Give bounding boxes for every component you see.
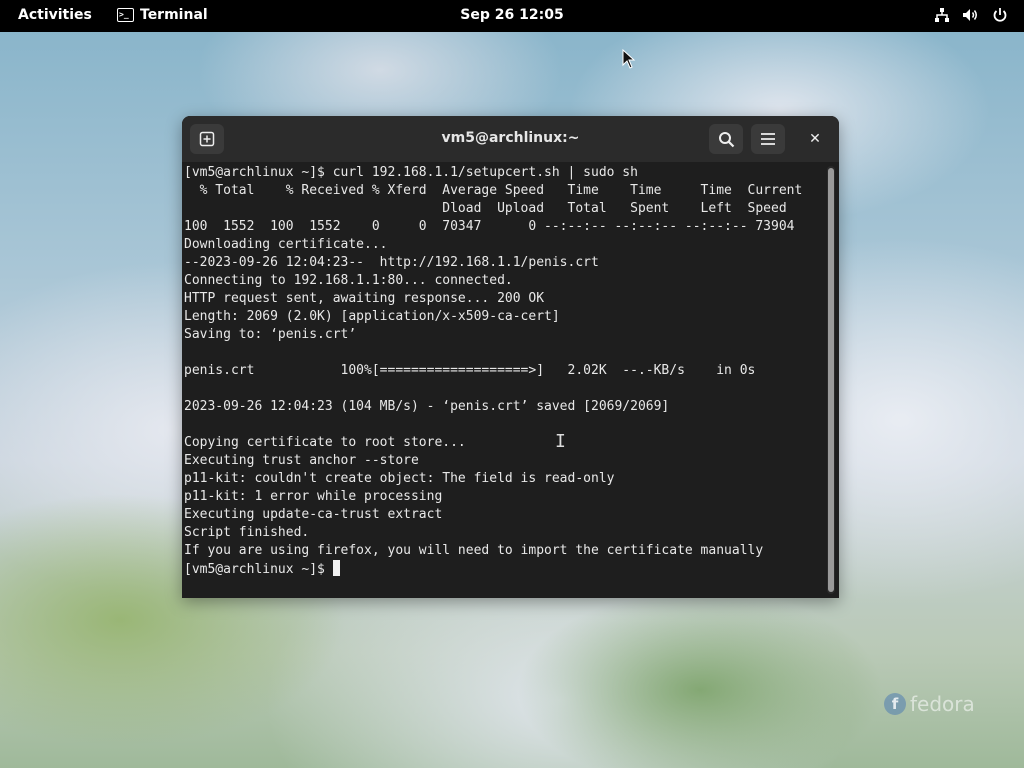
power-icon — [992, 7, 1008, 23]
terminal-line: [vm5@archlinux ~]$ curl 192.168.1.1/setu… — [184, 165, 638, 180]
scrollbar-thumb[interactable] — [828, 168, 834, 592]
terminal-line: Length: 2069 (2.0K) [application/x-x509-… — [184, 309, 560, 324]
terminal-line: Connecting to 192.168.1.1:80... connecte… — [184, 273, 513, 288]
terminal-app-icon: >_ — [117, 8, 134, 22]
terminal-line: % Total % Received % Xferd Average Speed… — [184, 183, 803, 198]
terminal-window[interactable]: vm5@archlinux:~ ✕ [vm5@archlinux ~]$ cur… — [182, 116, 839, 598]
fedora-watermark: f fedora — [884, 692, 975, 716]
terminal-caret — [332, 560, 340, 576]
terminal-line: Dload Upload Total Spent Left Speed — [184, 201, 787, 216]
mouse-pointer-icon — [622, 48, 636, 73]
terminal-line: Executing update-ca-trust extract — [184, 507, 443, 522]
app-menu-label: Terminal — [140, 7, 208, 23]
terminal-line: p11-kit: couldn't create object: The fie… — [184, 471, 615, 486]
close-button[interactable]: ✕ — [804, 128, 826, 150]
fedora-logo-icon: f — [884, 693, 906, 715]
terminal-line: Copying certificate to root store... — [184, 435, 466, 450]
search-button[interactable] — [709, 124, 743, 154]
terminal-line: 2023-09-26 12:04:23 (104 MB/s) - ‘penis.… — [184, 399, 670, 414]
activities-button[interactable]: Activities — [18, 7, 92, 23]
system-status-area[interactable] — [934, 7, 1008, 23]
terminal-output[interactable]: [vm5@archlinux ~]$ curl 192.168.1.1/setu… — [184, 164, 824, 594]
app-menu-terminal[interactable]: >_ Terminal — [117, 7, 208, 23]
top-bar: Activities >_ Terminal Sep 26 12:05 — [0, 0, 1024, 32]
close-icon: ✕ — [809, 131, 821, 147]
terminal-scrollbar[interactable] — [827, 166, 835, 594]
fedora-wordmark: fedora — [910, 692, 975, 716]
prompt-line[interactable]: [vm5@archlinux ~]$ — [184, 560, 824, 578]
terminal-line: If you are using firefox, you will need … — [184, 543, 764, 558]
shell-prompt: [vm5@archlinux ~]$ — [184, 562, 333, 577]
search-icon — [718, 131, 734, 147]
new-tab-icon — [199, 131, 215, 147]
terminal-line: HTTP request sent, awaiting response... … — [184, 291, 545, 306]
window-titlebar[interactable]: vm5@archlinux:~ ✕ — [182, 116, 839, 162]
terminal-line: penis.crt 100%[===================>] 2.0… — [184, 363, 756, 378]
new-tab-button[interactable] — [190, 124, 224, 154]
hamburger-menu-icon — [761, 133, 775, 145]
terminal-line: 100 1552 100 1552 0 0 70347 0 --:--:-- -… — [184, 219, 795, 234]
terminal-line: --2023-09-26 12:04:23-- http://192.168.1… — [184, 255, 599, 270]
volume-icon — [962, 7, 980, 23]
terminal-line: p11-kit: 1 error while processing — [184, 489, 443, 504]
terminal-line: Script finished. — [184, 525, 310, 540]
terminal-line: Saving to: ‘penis.crt’ — [184, 327, 357, 342]
terminal-line: Downloading certificate... — [184, 237, 388, 252]
text-cursor-icon: I — [555, 431, 566, 452]
main-menu-button[interactable] — [751, 124, 785, 154]
clock[interactable]: Sep 26 12:05 — [460, 7, 563, 23]
terminal-line: Executing trust anchor --store — [184, 453, 419, 468]
network-icon — [934, 7, 950, 23]
